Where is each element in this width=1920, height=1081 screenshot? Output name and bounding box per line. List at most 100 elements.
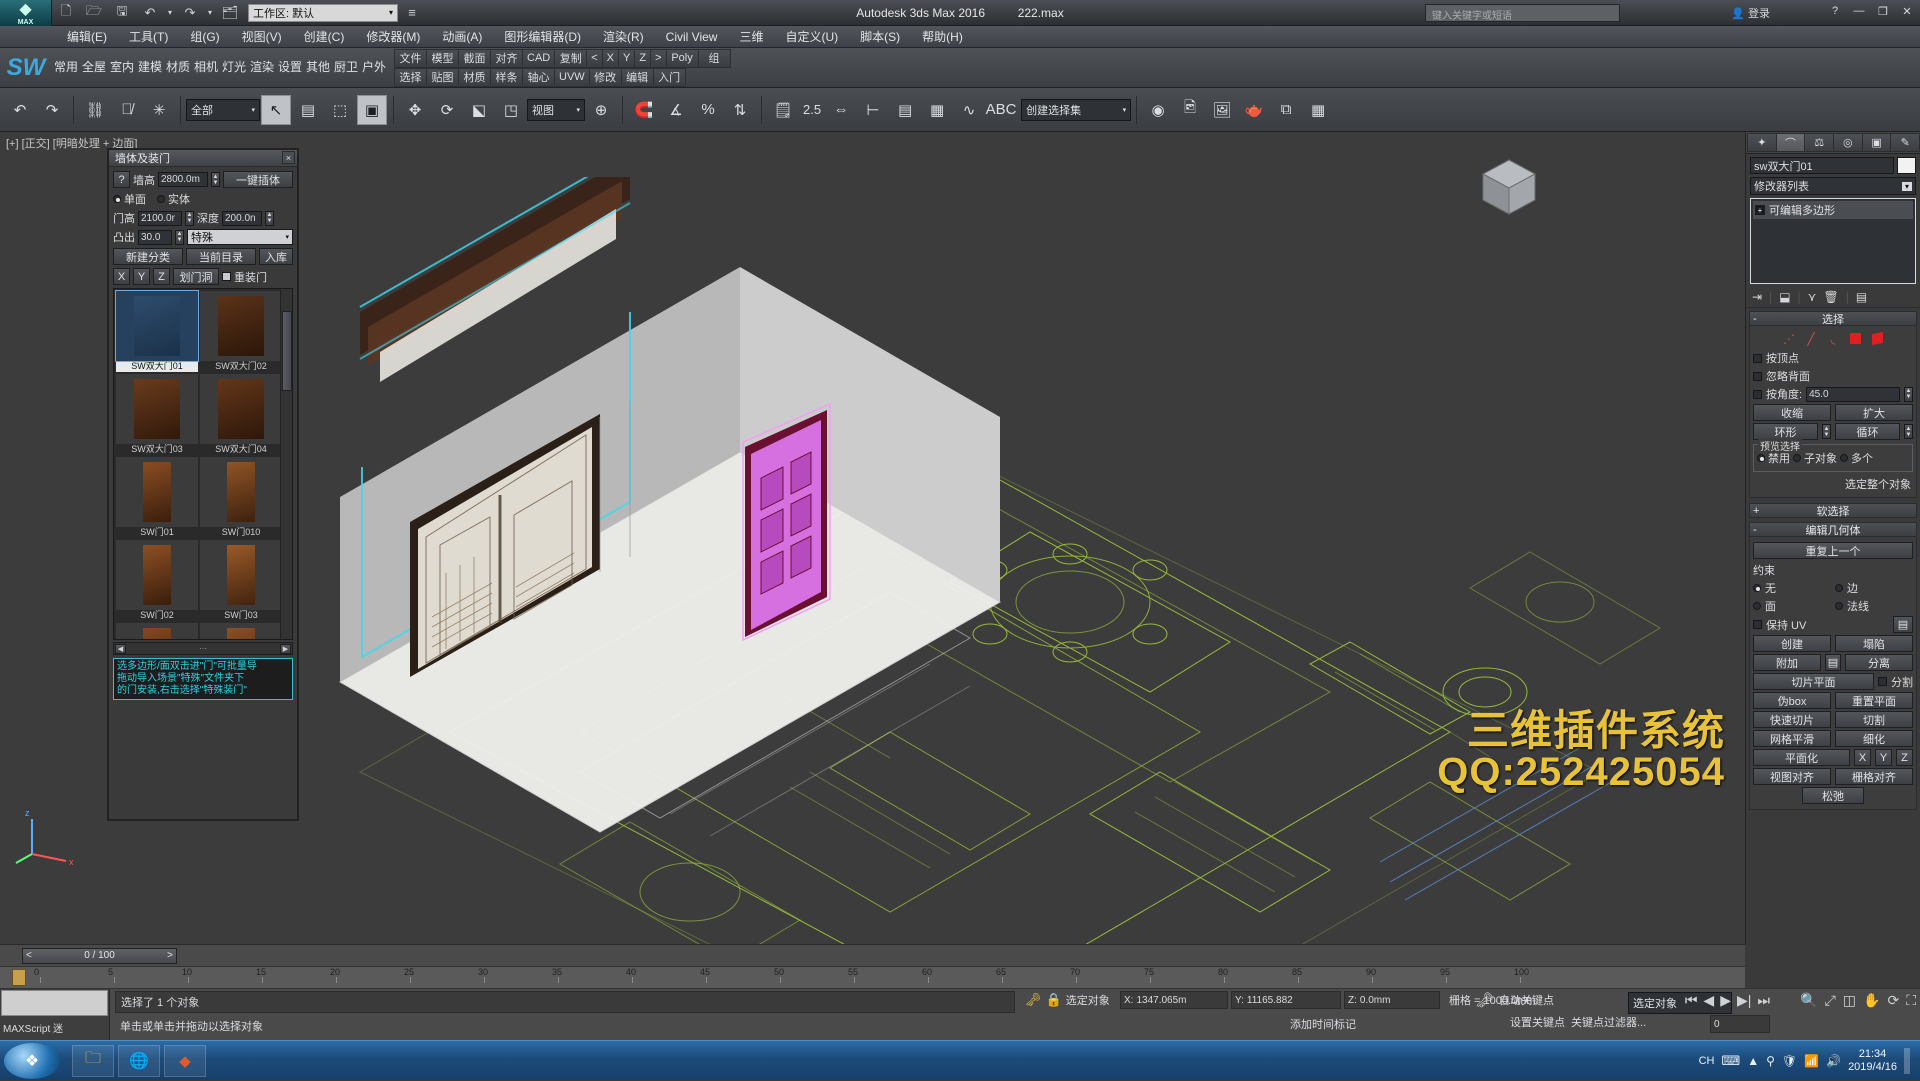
menu-item-12[interactable]: 脚本(S) [849, 26, 911, 47]
expand-icon[interactable]: + [1753, 505, 1759, 517]
axis-z-button[interactable]: Z [153, 268, 170, 285]
wall-height-input[interactable]: 2800.0m [158, 172, 208, 187]
next-frame-icon[interactable]: > [167, 950, 173, 961]
slice-plane-button[interactable]: 切片平面 [1753, 673, 1874, 690]
thumbnail-horizontal-scrollbar[interactable]: ◀ ⋯ ▶ [113, 642, 293, 655]
selection-filter-dropdown[interactable]: 全部 ▾ [186, 98, 260, 121]
plugin-cmd-pivot[interactable]: 轴心 [522, 67, 555, 87]
list-item[interactable]: SW门01 [116, 457, 198, 538]
close-icon[interactable]: × [282, 151, 295, 164]
create-button[interactable]: 创建 [1753, 635, 1831, 652]
spinner-snap-icon[interactable]: ⇅ [725, 95, 755, 125]
select-rotate-icon[interactable]: ⟳ [432, 95, 462, 125]
new-file-icon[interactable]: 🗋 [53, 2, 79, 24]
grid-align-button[interactable]: 栅格对齐 [1835, 768, 1913, 785]
edge-icon[interactable]: ╱ [1803, 331, 1820, 346]
maximize-viewport-icon[interactable]: ⛶ [1906, 992, 1916, 1009]
object-color-swatch[interactable] [1897, 157, 1916, 174]
lock-icon[interactable]: 🔒 [1046, 992, 1062, 1008]
plugin-cat-0[interactable]: 常用 [52, 49, 80, 87]
thumbnail-image[interactable] [115, 290, 199, 362]
door-thumbnail-list[interactable]: SW双大门01 SW双大门02 SW双大门03 SW双大门04 SW门01 SW… [113, 288, 293, 640]
redo-toolbar-icon[interactable]: ↷ [37, 95, 67, 125]
render-production-icon[interactable]: 🫖 [1239, 95, 1269, 125]
plugin-cmd-prev[interactable]: < [586, 48, 603, 68]
rendered-frame-icon[interactable]: 🖼 [1207, 95, 1237, 125]
render-setup-icon[interactable]: 🖻 [1175, 95, 1205, 125]
help-button[interactable]: ? [113, 171, 130, 188]
wall-door-dialog[interactable]: 墙体及装门 × ? 墙高 2800.0m ▲ ▼ 一键插体 单面 实体 门高 21… [107, 148, 299, 821]
curve-editor-icon[interactable]: ∿ [954, 95, 984, 125]
shield-icon[interactable]: 🛡 [1782, 1054, 1797, 1068]
menu-item-0[interactable]: 编辑(E) [56, 26, 118, 47]
plugin-cmd-z[interactable]: Z [634, 48, 652, 68]
ribbon-toggle-icon[interactable]: ▦ [922, 95, 952, 125]
next-frame-icon[interactable]: ▶| [1737, 992, 1751, 1009]
protrude-spinner[interactable]: ▲ ▼ [175, 229, 184, 245]
view-cube[interactable] [1473, 152, 1545, 224]
plugin-cmd-select[interactable]: 选择 [394, 67, 427, 87]
protrude-input[interactable]: 30.0 [138, 229, 172, 245]
coord-y-field[interactable]: Y: 11165.882 [1231, 991, 1341, 1009]
tessellate-button[interactable]: 细化 [1835, 730, 1913, 747]
workspace-selector[interactable]: 工作区: 默认 ▾ [248, 3, 398, 22]
plugin-cmd-material[interactable]: 材质 [458, 67, 491, 87]
menu-item-8[interactable]: 渲染(R) [592, 26, 655, 47]
door-height-spinner[interactable]: ▲ ▼ [185, 210, 194, 226]
show-end-result-icon[interactable]: ⬓ [1779, 290, 1790, 304]
border-icon[interactable]: ◟ [1825, 331, 1842, 346]
modifier-list-dropdown[interactable]: 修改器列表 ▾ [1750, 177, 1916, 195]
scrollbar-thumb[interactable] [282, 311, 292, 391]
attach-settings-icon[interactable]: ▤ [1825, 654, 1841, 671]
ignore-backfacing-checkbox[interactable] [1753, 371, 1762, 381]
menu-item-10[interactable]: 三维 [728, 26, 774, 47]
coord-x-field[interactable]: X: 1347.065m [1120, 991, 1228, 1009]
slice-button[interactable]: 伪box [1753, 692, 1831, 709]
loop-button[interactable]: 循环 [1835, 423, 1900, 440]
plugin-cat-6[interactable]: 灯光 [220, 49, 248, 87]
menu-item-7[interactable]: 图形编辑器(D) [493, 26, 592, 47]
create-tab[interactable]: ✦ [1747, 133, 1777, 152]
window-crossing-icon[interactable]: ▣ [357, 94, 387, 125]
bind-spacewarp-icon[interactable]: ✳ [144, 95, 174, 125]
auto-key-button[interactable]: 自动关键点 [1499, 992, 1554, 1008]
prev-frame-icon[interactable]: < [26, 950, 32, 961]
expand-icon[interactable]: + [1755, 205, 1765, 215]
library-button[interactable]: 入库 [259, 248, 293, 265]
set-key-button[interactable]: 设置关键点 [1510, 1014, 1565, 1030]
by-vertex-row[interactable]: 按顶点 [1753, 350, 1913, 366]
key-filters-button[interactable]: 关键点过滤器... [1571, 1014, 1646, 1030]
schematic-view-icon[interactable]: ABC [986, 95, 1017, 125]
remove-modifier-icon[interactable]: 🗑 [1823, 290, 1838, 304]
axis-y-button[interactable]: Y [133, 268, 150, 285]
list-item[interactable]: SW门010 [200, 457, 282, 538]
plugin-cmd-texture[interactable]: 贴图 [426, 67, 459, 87]
thumbnail-image[interactable] [200, 457, 282, 527]
zoom-extents-icon[interactable]: ⤢ [1825, 992, 1836, 1009]
unlink-icon[interactable]: ⛓̸ [112, 95, 142, 125]
polygon-icon[interactable] [1847, 331, 1864, 346]
by-vertex-checkbox[interactable] [1753, 353, 1762, 363]
menu-item-6[interactable]: 动画(A) [431, 26, 493, 47]
plugin-cat-10[interactable]: 厨卫 [332, 49, 360, 87]
usb-icon[interactable]: ⚲ [1766, 1054, 1775, 1068]
select-by-name-icon[interactable]: ▤ [293, 95, 323, 125]
plugin-cmd-align[interactable]: 对齐 [490, 48, 523, 68]
display-tab[interactable]: ▣ [1861, 133, 1892, 152]
new-category-button[interactable]: 新建分类 [113, 248, 183, 265]
key-icon[interactable]: 🗝 [1025, 992, 1042, 1008]
undo-toolbar-icon[interactable]: ↶ [5, 95, 35, 125]
workspace-menu-icon[interactable]: ≡ [399, 2, 425, 24]
utilities-tab[interactable]: ✎ [1890, 133, 1920, 152]
scroll-right-icon[interactable]: ▶ [280, 643, 291, 654]
axis-x-button[interactable]: X [113, 268, 130, 285]
thumbnail-image[interactable] [116, 623, 198, 639]
cut-button[interactable]: 切割 [1835, 711, 1913, 728]
preview-subobject-radio[interactable] [1793, 454, 1801, 462]
special-category-dropdown[interactable]: 特殊 ▾ [187, 229, 293, 245]
network-icon[interactable]: 📶 [1804, 1054, 1819, 1068]
scroll-left-icon[interactable]: ◀ [115, 643, 126, 654]
object-name-input[interactable]: sw双大门01 [1750, 157, 1894, 174]
plugin-cat-5[interactable]: 相机 [192, 49, 220, 87]
vertex-icon[interactable]: ⋰ [1781, 331, 1798, 346]
